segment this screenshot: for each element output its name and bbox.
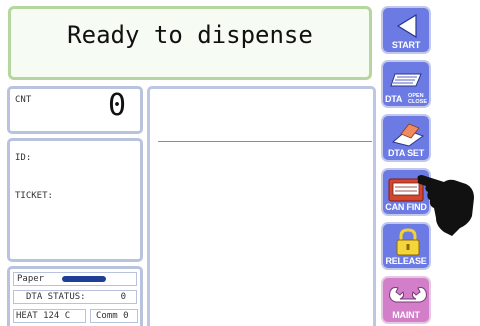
heat-readout: HEAT 124 C (13, 309, 86, 323)
paper-label: Paper (17, 274, 45, 284)
pointing-hand-icon (417, 175, 474, 236)
comm-readout: Comm 0 (90, 309, 138, 323)
display-panel (147, 86, 376, 326)
open-close-sublabel: OPEN CLOSE (408, 93, 427, 105)
maint-button[interactable]: MAINT (381, 276, 431, 324)
paper-level-bar (62, 276, 106, 282)
maint-button-label: MAINT (392, 310, 420, 320)
wrench-icon (389, 287, 427, 303)
dta-set-icon (391, 123, 425, 147)
dta-tray-icon (390, 73, 422, 87)
release-button-label: RELEASE (385, 256, 427, 266)
start-button[interactable]: START (381, 6, 431, 54)
dta-status-row: DTA STATUS: 0 (13, 290, 137, 304)
counter-label: CNT (15, 95, 32, 105)
divider-line (158, 141, 372, 142)
status-message: Ready to dispense (67, 21, 313, 49)
close-label: CLOSE (408, 99, 427, 105)
dta-button-label: DTA (385, 94, 403, 104)
dta-status-value: 0 (120, 292, 126, 302)
dta-open-close-button[interactable]: DTA OPEN CLOSE (381, 60, 431, 108)
ticket-info-panel: ID: TICKET: (7, 138, 143, 262)
id-label: ID: (15, 153, 32, 163)
ticket-label: TICKET: (15, 191, 53, 201)
left-arrow-icon (396, 13, 417, 39)
counter-panel: CNT 0 (7, 86, 143, 134)
dta-set-button[interactable]: DTA SET (381, 114, 431, 162)
paper-row: Paper (13, 272, 137, 286)
start-button-label: START (391, 40, 421, 50)
status-banner: Ready to dispense (8, 6, 372, 80)
dta-status-label: DTA STATUS: (26, 292, 86, 302)
machine-status-panel: Paper DTA STATUS: 0 HEAT 124 C Comm 0 (7, 266, 143, 326)
dta-set-button-label: DTA SET (387, 148, 425, 158)
counter-value: 0 (107, 88, 126, 123)
